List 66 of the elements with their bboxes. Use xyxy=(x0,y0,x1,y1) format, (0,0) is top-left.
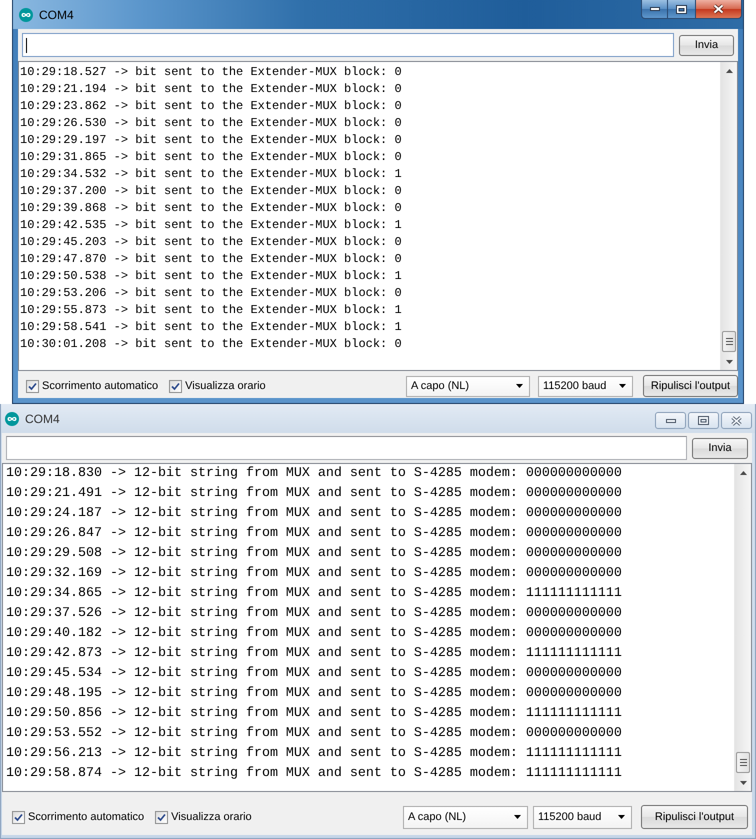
output-line: 10:29:56.213 -> 12-bit string from MUX and sent to S-4285 modem: 111111111111 xyxy=(5,745,623,763)
output-line: 10:29:26.847 -> 12-bit string from MUX and sent to S-4285 modem: 000000000000 xyxy=(5,525,623,543)
output-line: 10:29:53.206 -> bit sent to the Extender-MUX block: 0 xyxy=(19,285,403,302)
output-line: 10:29:31.865 -> bit sent to the Extender-MUX block: 0 xyxy=(19,149,403,166)
output-line: 10:29:29.197 -> bit sent to the Extender-MUX block: 0 xyxy=(19,132,403,149)
output-line: 10:29:45.534 -> 12-bit string from MUX and sent to S-4285 modem: 000000000000 xyxy=(5,665,623,683)
line-ending-dropdown[interactable]: A capo (NL) xyxy=(406,376,530,396)
scrollbar[interactable] xyxy=(734,464,751,791)
output-line: 10:29:50.538 -> bit sent to the Extender-MUX block: 1 xyxy=(19,268,403,285)
output-line: 10:29:58.541 -> bit sent to the Extender-MUX block: 1 xyxy=(19,319,403,336)
clear-output-button[interactable]: Ripulisci l'output xyxy=(643,375,738,397)
down-caret-icon xyxy=(740,780,746,784)
output-line: 10:29:37.526 -> 12-bit string from MUX and sent to S-4285 modem: 000000000000 xyxy=(5,605,623,623)
output-line: 10:29:23.862 -> bit sent to the Extender-MUX block: 0 xyxy=(19,98,403,115)
baud-rate-dropdown[interactable]: 115200 baud xyxy=(538,376,633,396)
close-icon xyxy=(713,4,724,14)
maximize-icon xyxy=(676,4,687,14)
minimize-icon xyxy=(666,418,676,422)
output-line: 10:29:21.491 -> 12-bit string from MUX and sent to S-4285 modem: 000000000000 xyxy=(5,485,623,503)
output-line: 10:29:48.195 -> 12-bit string from MUX and sent to S-4285 modem: 000000000000 xyxy=(5,685,623,703)
output-line: 10:29:26.530 -> bit sent to the Extender-MUX block: 0 xyxy=(19,115,403,132)
window-title: COM4 xyxy=(39,8,74,22)
scrollbar[interactable] xyxy=(720,62,737,370)
send-button[interactable]: Invia xyxy=(679,34,734,56)
output-line: 10:29:34.865 -> 12-bit string from MUX and sent to S-4285 modem: 111111111111 xyxy=(5,585,623,603)
output-line: 10:29:50.856 -> 12-bit string from MUX and sent to S-4285 modem: 111111111111 xyxy=(5,705,623,723)
caret-icon xyxy=(619,384,626,388)
output-line: 10:29:34.532 -> bit sent to the Extender-MUX block: 1 xyxy=(19,166,403,183)
scroll-thumb[interactable] xyxy=(736,752,750,773)
output-line: 10:29:42.873 -> 12-bit string from MUX and sent to S-4285 modem: 111111111111 xyxy=(5,645,623,663)
output-line: 10:29:21.194 -> bit sent to the Extender-MUX block: 0 xyxy=(19,81,403,98)
minimize-button[interactable] xyxy=(641,0,668,19)
output-line: 10:29:39.868 -> bit sent to the Extender-MUX block: 0 xyxy=(19,200,403,217)
output-line: 10:29:40.182 -> 12-bit string from MUX and sent to S-4285 modem: 000000000000 xyxy=(5,625,623,643)
close-icon xyxy=(731,416,742,426)
output-line: 10:29:37.200 -> bit sent to the Extender-MUX block: 0 xyxy=(19,183,403,200)
output-line: 10:29:53.552 -> 12-bit string from MUX and sent to S-4285 modem: 000000000000 xyxy=(5,725,623,743)
caret-icon xyxy=(618,815,625,819)
text-cursor-icon xyxy=(26,38,27,52)
maximize-icon xyxy=(698,416,709,425)
output-line: 10:29:42.535 -> bit sent to the Extender-MUX block: 1 xyxy=(19,217,403,234)
output-line: 10:29:18.527 -> bit sent to the Extender-MUX block: 0 xyxy=(19,64,403,81)
window-title: COM4 xyxy=(25,412,60,426)
up-caret-icon xyxy=(740,470,746,474)
autoscroll-checkbox[interactable]: Scorrimento automatico xyxy=(26,380,158,392)
maximize-button[interactable] xyxy=(668,0,696,19)
infinity-logo-icon xyxy=(5,412,19,426)
caret-icon xyxy=(514,815,521,819)
output-line: 10:29:47.870 -> bit sent to the Extender-MUX block: 0 xyxy=(19,251,403,268)
output-line: 10:29:58.874 -> 12-bit string from MUX and sent to S-4285 modem: 111111111111 xyxy=(5,765,623,783)
message-input-field[interactable] xyxy=(22,33,674,57)
caret-icon xyxy=(516,384,523,388)
output-line: 10:29:55.873 -> bit sent to the Extender-MUX block: 1 xyxy=(19,302,403,319)
minimize-icon xyxy=(650,7,660,11)
output-line: 10:29:24.187 -> 12-bit string from MUX and sent to S-4285 modem: 000000000000 xyxy=(5,505,623,523)
output-line: 10:29:45.203 -> bit sent to the Extender-MUX block: 0 xyxy=(19,234,403,251)
close-button[interactable] xyxy=(696,0,742,19)
output-line: 10:29:32.169 -> 12-bit string from MUX and sent to S-4285 modem: 000000000000 xyxy=(5,565,623,583)
up-caret-icon xyxy=(726,68,732,72)
scroll-thumb[interactable] xyxy=(722,331,736,352)
output-line: 10:29:18.830 -> 12-bit string from MUX and sent to S-4285 modem: 000000000000 xyxy=(5,465,623,483)
down-caret-icon xyxy=(726,360,732,364)
output-line: 10:30:01.208 -> bit sent to the Extender-MUX block: 0 xyxy=(19,336,403,353)
output-line: 10:29:29.508 -> 12-bit string from MUX and sent to S-4285 modem: 000000000000 xyxy=(5,545,623,563)
timestamp-checkbox[interactable]: Visualizza orario xyxy=(169,380,266,392)
infinity-logo-icon xyxy=(19,8,33,22)
